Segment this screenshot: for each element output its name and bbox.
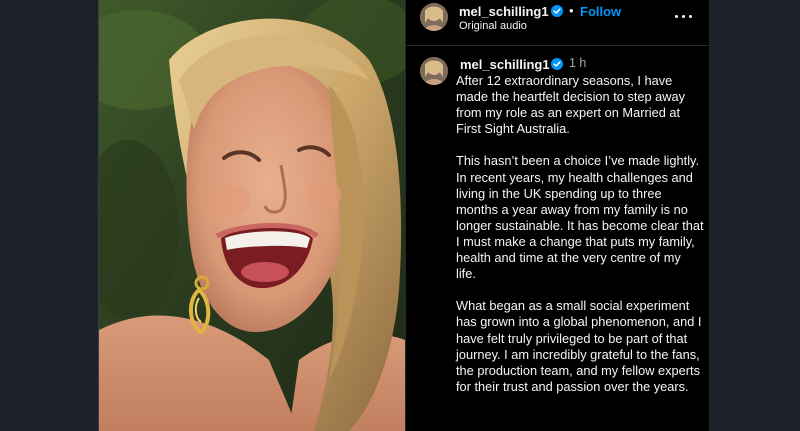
follow-button[interactable]: Follow [580,4,621,19]
post-panel: mel_schilling1 • Follow Original audio m… [405,0,709,431]
caption-username[interactable]: mel_schilling1 [460,57,550,72]
post-header: mel_schilling1 • Follow Original audio [405,0,709,46]
original-audio-link[interactable]: Original audio [459,20,527,32]
separator-dot: • [569,3,574,18]
panel-divider [405,0,406,431]
caption-paragraph: What began as a small social experiment … [456,298,702,394]
verified-badge-icon [551,58,563,70]
author-username[interactable]: mel_schilling1 [459,4,549,19]
right-background [709,0,800,431]
caption-paragraph: This hasn’t been a choice I’ve made ligh… [456,153,704,282]
caption-avatar[interactable] [420,57,448,85]
left-background [0,0,98,431]
verified-badge-icon [551,5,563,17]
avatar-image [420,57,448,85]
post-photo [99,0,405,431]
caption-text: After 12 extraordinary seasons, I have m… [456,73,704,411]
caption-paragraph: After 12 extraordinary seasons, I have m… [456,73,686,137]
post-timestamp[interactable]: 1 h [569,56,586,70]
avatar-image [420,3,448,31]
author-avatar[interactable] [420,3,448,31]
screenshot-frame: mel_schilling1 • Follow Original audio m… [0,0,800,431]
post-media[interactable] [99,0,405,431]
more-options-icon[interactable] [675,11,693,21]
